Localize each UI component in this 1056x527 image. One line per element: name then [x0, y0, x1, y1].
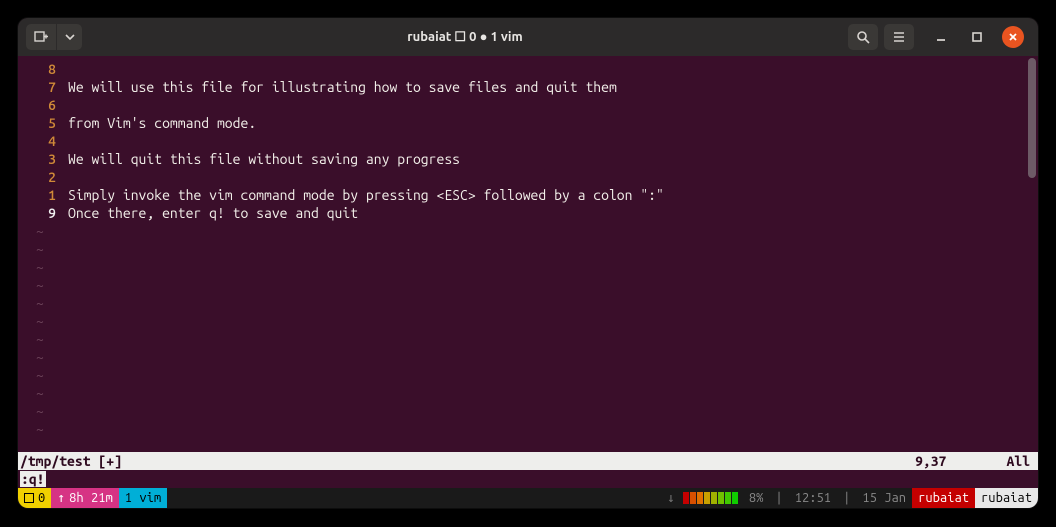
- line-content: from Vim's command mode.: [68, 114, 256, 132]
- chevron-down-icon: [65, 32, 75, 42]
- close-button[interactable]: [1002, 26, 1024, 48]
- tmux-host-left: rubaiat: [912, 488, 975, 508]
- clock-time: 12:51: [789, 488, 837, 508]
- window-controls: [920, 26, 1030, 48]
- tmux-session-segment[interactable]: 0: [18, 488, 51, 508]
- close-icon: [1007, 31, 1019, 43]
- line-number: 4: [18, 132, 68, 150]
- editor-line: 3We will quit this file without saving a…: [18, 150, 1038, 168]
- sep1: |: [769, 488, 788, 508]
- empty-tilde-line: ~: [18, 222, 1038, 240]
- session-box-icon: [24, 493, 34, 503]
- editor-line: 4: [18, 132, 1038, 150]
- minimize-icon: [935, 31, 947, 43]
- empty-tilde-line: ~: [18, 420, 1038, 438]
- session-index: 0: [38, 488, 45, 508]
- new-tab-split: [26, 24, 82, 50]
- minimize-button[interactable]: [930, 26, 952, 48]
- empty-tilde-line: ~: [18, 402, 1038, 420]
- line-number: 2: [18, 168, 68, 186]
- tmux-host-right: rubaiat: [975, 488, 1038, 508]
- empty-tilde-line: ~: [18, 294, 1038, 312]
- window-title: rubaiat ☐ 0 ● 1 vim: [88, 29, 842, 45]
- status-filepath: /tmp/test [+]: [18, 453, 915, 469]
- editor-line: 2: [18, 168, 1038, 186]
- battery-cell: [711, 492, 717, 504]
- editor-line: 8: [18, 60, 1038, 78]
- maximize-button[interactable]: [966, 26, 988, 48]
- battery-cell: [690, 492, 696, 504]
- battery-percent: 8%: [743, 488, 770, 508]
- line-number: 5: [18, 114, 68, 132]
- clock-date: 15 Jan: [856, 488, 912, 508]
- editor-line: 6: [18, 96, 1038, 114]
- battery-cell: [718, 492, 724, 504]
- empty-tilde-line: ~: [18, 330, 1038, 348]
- editor-line: 7We will use this file for illustrating …: [18, 78, 1038, 96]
- editor-line: 5from Vim's command mode.: [18, 114, 1038, 132]
- menu-button[interactable]: [884, 24, 914, 50]
- empty-tilde-line: ~: [18, 348, 1038, 366]
- status-scroll: All: [1006, 453, 1030, 469]
- battery-cell: [732, 492, 738, 504]
- battery-cell: [683, 492, 689, 504]
- vim-status-bar: /tmp/test [+] 9,37 All: [18, 452, 1038, 470]
- line-content: We will quit this file without saving an…: [68, 150, 460, 168]
- tmux-uptime-segment: ↑8h 21m: [51, 488, 119, 508]
- empty-tilde-line: ~: [18, 276, 1038, 294]
- line-content: Once there, enter q! to save and quit: [68, 204, 358, 222]
- editor-line: 9Once there, enter q! to save and quit: [18, 204, 1038, 222]
- search-icon: [856, 30, 870, 44]
- scrollbar[interactable]: [1028, 58, 1036, 178]
- battery-cell: [697, 492, 703, 504]
- search-button[interactable]: [848, 24, 878, 50]
- empty-tilde-line: ~: [18, 312, 1038, 330]
- line-number: 1: [18, 186, 68, 204]
- line-number: 7: [18, 78, 68, 96]
- line-content: Simply invoke the vim command mode by pr…: [68, 186, 664, 204]
- line-number: 3: [18, 150, 68, 168]
- vim-command-line[interactable]: :q!: [18, 470, 1038, 488]
- uptime-value: 8h 21m: [69, 488, 113, 508]
- sep2: |: [837, 488, 856, 508]
- line-number: 6: [18, 96, 68, 114]
- battery-cell: [704, 492, 710, 504]
- empty-tilde-line: ~: [18, 240, 1038, 258]
- line-number: 8: [18, 60, 68, 78]
- empty-tilde-line: ~: [18, 384, 1038, 402]
- status-cursor-position: 9,37: [915, 453, 1006, 469]
- battery-bar: [681, 488, 743, 508]
- down-arrow-icon: ↓: [667, 488, 675, 508]
- battery-cell: [725, 492, 731, 504]
- tmux-spacer: [167, 488, 661, 508]
- titlebar: rubaiat ☐ 0 ● 1 vim: [18, 18, 1038, 56]
- line-content: We will use this file for illustrating h…: [68, 78, 617, 96]
- terminal-window: rubaiat ☐ 0 ● 1 vim: [18, 18, 1038, 508]
- empty-tilde-line: ~: [18, 366, 1038, 384]
- command-text: :q!: [20, 471, 46, 487]
- new-tab-icon: [34, 30, 48, 44]
- tmux-window-segment[interactable]: 1 vim: [119, 488, 167, 508]
- window-index: 1: [125, 488, 132, 508]
- line-number: 9: [18, 204, 68, 222]
- maximize-icon: [971, 31, 983, 43]
- new-tab-dropdown[interactable]: [56, 24, 82, 50]
- hamburger-icon: [892, 30, 906, 44]
- tmux-status-bar: 0 ↑8h 21m 1 vim ↓ 8% | 12:51 | 15 Jan ru…: [18, 488, 1038, 508]
- editor-line: 1Simply invoke the vim command mode by p…: [18, 186, 1038, 204]
- editor-area[interactable]: 87We will use this file for illustrating…: [18, 56, 1038, 452]
- window-name: vim: [139, 488, 161, 508]
- up-arrow-icon: ↑: [57, 488, 65, 508]
- new-tab-button[interactable]: [26, 24, 56, 50]
- net-arrow-segment: ↓: [661, 488, 681, 508]
- empty-tilde-line: ~: [18, 258, 1038, 276]
